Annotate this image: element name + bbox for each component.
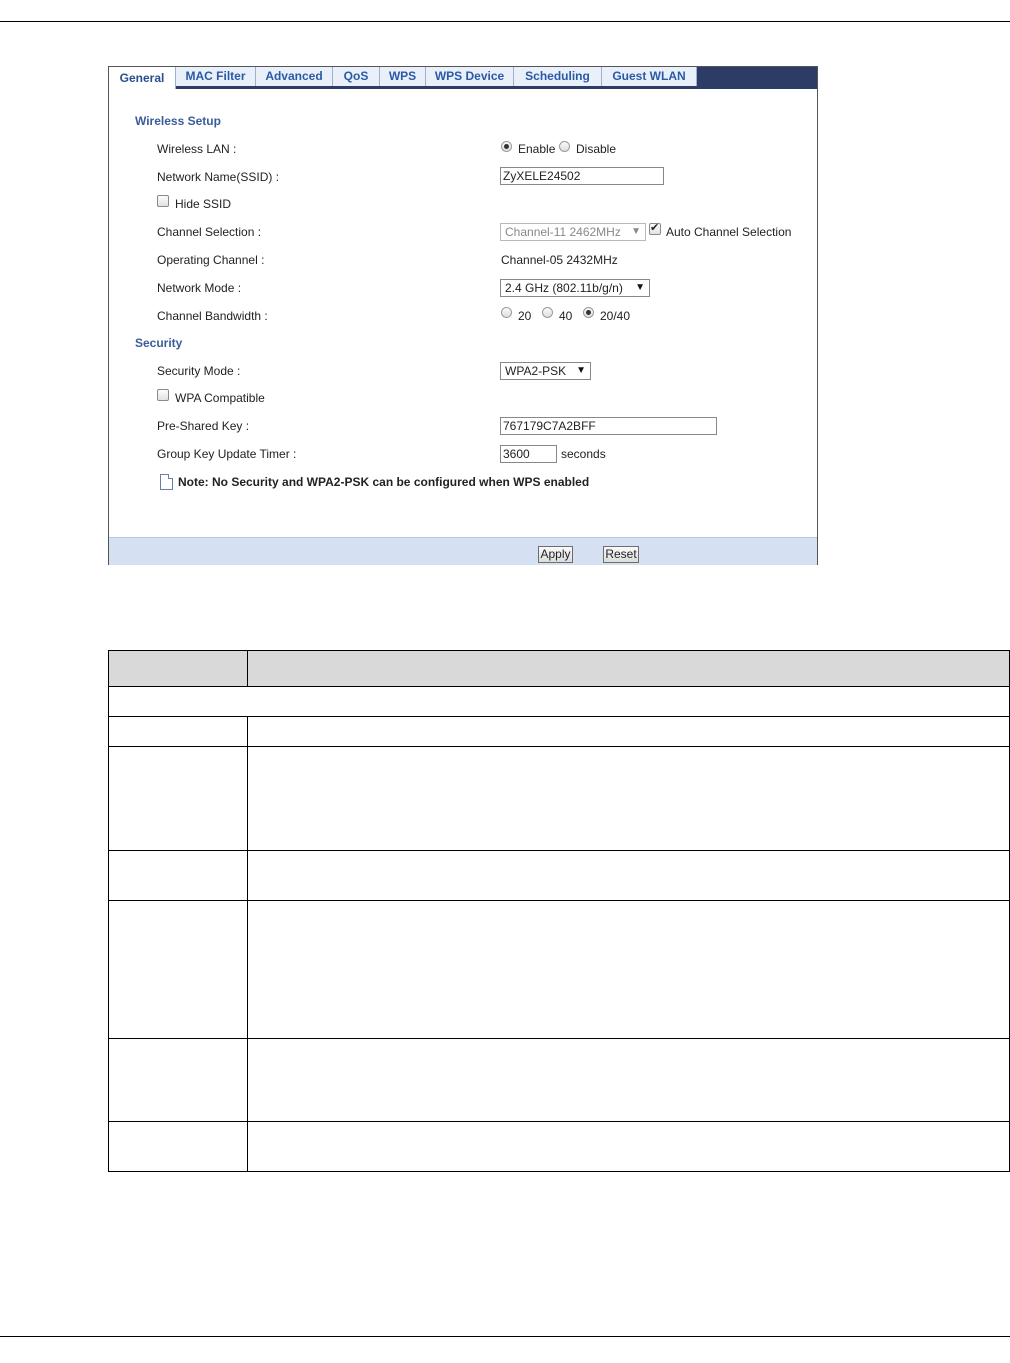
psk-label: Pre-Shared Key : (157, 419, 250, 433)
tab-qos[interactable]: QoS (333, 67, 380, 86)
bandwidth-20-40-radio[interactable] (583, 307, 594, 318)
table-header-cell (246, 650, 1010, 687)
tab-guest-wlan[interactable]: Guest WLAN (602, 67, 697, 86)
ssid-label: Network Name(SSID) : (157, 170, 280, 184)
operating-channel-value: Channel-05 2432MHz (501, 253, 618, 267)
network-mode-select[interactable]: 2.4 GHz (802.11b/g/n) ▼ (500, 279, 650, 297)
table-row (108, 900, 1010, 1039)
wireless-lan-label: Wireless LAN : (157, 142, 237, 156)
wireless-general-panel: General MAC Filter Advanced QoS WPS WPS … (108, 66, 818, 565)
chevron-down-icon: ▼ (631, 226, 641, 237)
network-mode-value: 2.4 GHz (802.11b/g/n) (505, 281, 623, 295)
table-row (108, 1038, 1010, 1122)
tab-wps[interactable]: WPS (380, 67, 426, 86)
wps-note: Note: No Security and WPA2-PSK can be co… (178, 475, 590, 489)
tab-list: General MAC Filter Advanced QoS WPS WPS … (109, 67, 697, 89)
tab-general[interactable]: General (109, 67, 176, 89)
table-cell (108, 1121, 248, 1172)
apply-button[interactable]: Apply (538, 546, 573, 563)
table-cell (108, 900, 248, 1039)
security-title: Security (135, 336, 183, 350)
description-table (108, 650, 1010, 1172)
bandwidth-40-label: 40 (559, 309, 573, 323)
ssid-input[interactable]: ZyXELE24502 (500, 167, 664, 185)
table-cell (246, 850, 1010, 901)
reset-button[interactable]: Reset (603, 546, 639, 563)
security-mode-select[interactable]: WPA2-PSK ▼ (500, 362, 591, 380)
table-cell (246, 716, 1010, 747)
group-key-label: Group Key Update Timer : (157, 447, 297, 461)
table-cell (246, 746, 1010, 851)
security-mode-label: Security Mode : (157, 364, 241, 378)
channel-selection-label: Channel Selection : (157, 225, 262, 239)
wireless-lan-disable-radio[interactable] (559, 141, 570, 152)
bandwidth-20-radio[interactable] (501, 307, 512, 318)
footer-bar: Apply Reset (109, 537, 817, 565)
document-icon (160, 474, 173, 490)
table-cell (246, 900, 1010, 1039)
top-rule (0, 21, 1010, 22)
table-cell (108, 850, 248, 901)
auto-channel-checkbox[interactable] (649, 221, 661, 235)
enable-label: Enable (518, 142, 556, 156)
table-cell (108, 1038, 248, 1122)
bottom-rule (0, 1336, 1010, 1337)
table-row (108, 716, 1010, 747)
chevron-down-icon: ▼ (576, 365, 586, 376)
group-key-input[interactable]: 3600 (500, 445, 557, 463)
disable-label: Disable (576, 142, 617, 156)
auto-channel-label: Auto Channel Selection (666, 225, 792, 239)
wpa-compatible-checkbox[interactable] (157, 389, 169, 401)
table-cell (108, 716, 248, 747)
psk-input[interactable]: 767179C7A2BFF (500, 417, 717, 435)
table-cell (246, 1038, 1010, 1122)
hide-ssid-label: Hide SSID (175, 197, 232, 211)
channel-bandwidth-label: Channel Bandwidth : (157, 309, 268, 323)
security-mode-value: WPA2-PSK (505, 364, 567, 378)
tab-mac-filter[interactable]: MAC Filter (176, 67, 256, 86)
table-header-cell (108, 650, 248, 687)
tab-bar: General MAC Filter Advanced QoS WPS WPS … (109, 67, 817, 89)
tab-advanced[interactable]: Advanced (256, 67, 333, 86)
chevron-down-icon: ▼ (635, 282, 645, 293)
table-cell (108, 746, 248, 851)
channel-selection-value: Channel-11 2462MHz (505, 225, 621, 239)
group-key-unit: seconds (561, 447, 606, 461)
wpa-compatible-label: WPA Compatible (175, 391, 265, 405)
tab-wps-device[interactable]: WPS Device (426, 67, 514, 86)
wireless-lan-enable-radio[interactable] (501, 141, 512, 152)
table-row (108, 850, 1010, 901)
operating-channel-label: Operating Channel : (157, 253, 265, 267)
table-header-row (108, 650, 1010, 687)
table-row (108, 686, 1010, 717)
channel-selection-select[interactable]: Channel-11 2462MHz ▼ (500, 223, 646, 241)
table-section-cell (108, 686, 1010, 717)
network-mode-label: Network Mode : (157, 281, 242, 295)
wireless-setup-title: Wireless Setup (135, 114, 221, 128)
tab-scheduling[interactable]: Scheduling (514, 67, 602, 86)
table-row (108, 1121, 1010, 1172)
bandwidth-20-40-label: 20/40 (600, 309, 631, 323)
table-cell (246, 1121, 1010, 1172)
hide-ssid-checkbox[interactable] (157, 195, 169, 207)
table-row (108, 746, 1010, 851)
bandwidth-40-radio[interactable] (542, 307, 553, 318)
bandwidth-20-label: 20 (518, 309, 532, 323)
